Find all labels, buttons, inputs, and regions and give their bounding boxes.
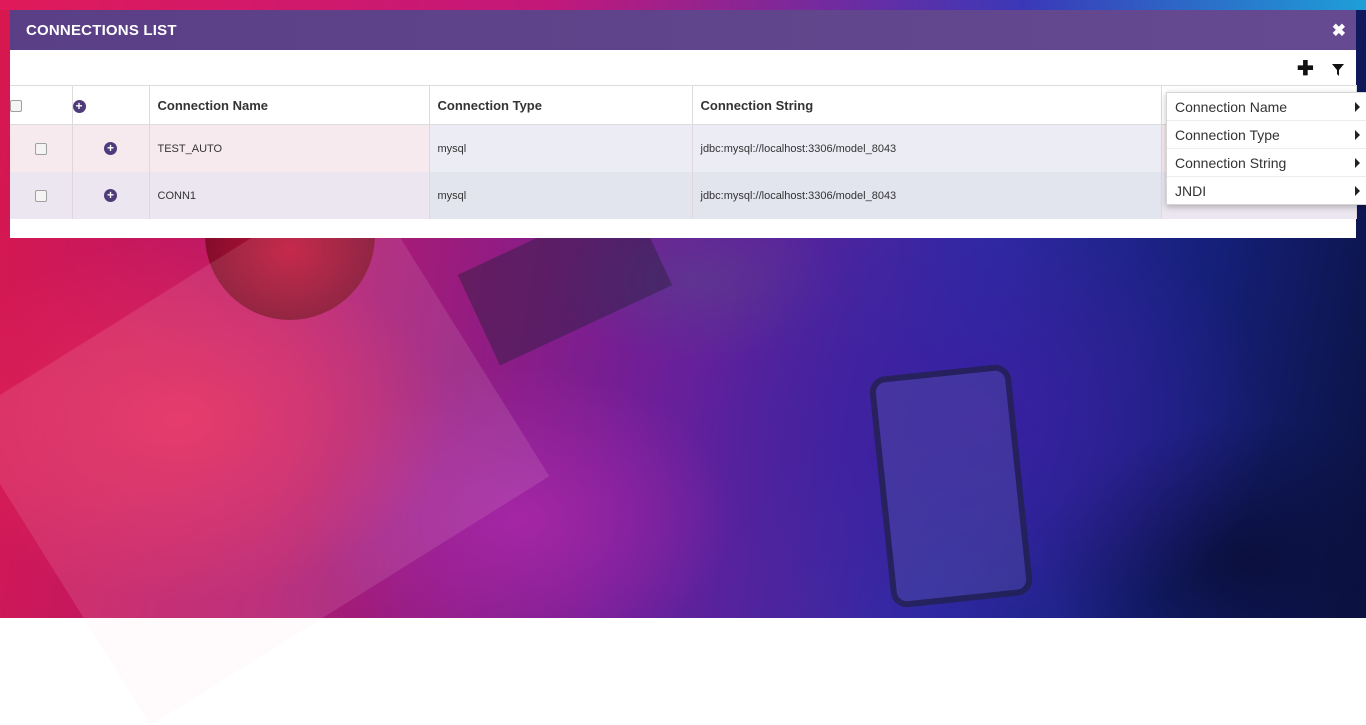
newspaper-image bbox=[0, 170, 550, 725]
top-gradient-strip bbox=[0, 0, 1366, 10]
row-expand-cell: + bbox=[72, 172, 150, 219]
plus-icon[interactable]: ✚ bbox=[1297, 59, 1314, 79]
menu-item-label: Connection String bbox=[1175, 154, 1287, 171]
menu-item-label: Connection Type bbox=[1175, 126, 1280, 143]
connection-string-cell: jdbc:mysql://localhost:3306/model_8043 bbox=[692, 172, 1162, 219]
connection-string-cell: jdbc:mysql://localhost:3306/model_8043 bbox=[692, 124, 1162, 172]
connection-name-cell: TEST_AUTO bbox=[149, 124, 430, 172]
connections-list-dialog: CONNECTIONS LIST ✖ ✚ + Connection Name C… bbox=[10, 10, 1366, 238]
row-checkbox[interactable] bbox=[34, 142, 47, 155]
expand-all-header: + bbox=[72, 85, 150, 125]
column-header-connection-string[interactable]: Connection String bbox=[692, 85, 1162, 125]
column-header-connection-type[interactable]: Connection Type bbox=[429, 85, 693, 125]
menu-item-connection-name[interactable]: Connection Name bbox=[1167, 93, 1366, 121]
connection-name-cell: CONN1 bbox=[149, 172, 430, 219]
grid-toolbar: ✚ bbox=[10, 50, 1356, 85]
row-expand-icon[interactable]: + bbox=[104, 189, 117, 202]
caret-right-icon bbox=[1355, 185, 1360, 196]
connection-type-cell: mysql bbox=[429, 124, 693, 172]
table-row[interactable]: + TEST_AUTO mysql jdbc:mysql://localhost… bbox=[10, 124, 1357, 172]
caret-right-icon bbox=[1355, 101, 1360, 112]
row-expand-icon[interactable]: + bbox=[104, 142, 117, 155]
menu-item-label: Connection Name bbox=[1175, 98, 1288, 115]
row-expand-cell: + bbox=[72, 124, 150, 172]
connection-type-cell: mysql bbox=[429, 172, 693, 219]
caret-right-icon bbox=[1355, 157, 1360, 168]
menu-item-jndi[interactable]: JNDI bbox=[1167, 177, 1366, 204]
phone-image bbox=[868, 363, 1034, 609]
dialog-title: CONNECTIONS LIST bbox=[26, 21, 177, 39]
row-select-cell bbox=[10, 124, 73, 172]
menu-item-connection-type[interactable]: Connection Type bbox=[1167, 121, 1366, 149]
table-row[interactable]: + CONN1 mysql jdbc:mysql://localhost:330… bbox=[10, 172, 1357, 219]
menu-item-connection-string[interactable]: Connection String bbox=[1167, 149, 1366, 177]
dialog-header: CONNECTIONS LIST ✖ bbox=[10, 10, 1356, 50]
column-header-connection-name[interactable]: Connection Name bbox=[149, 85, 430, 125]
expand-all-icon[interactable]: + bbox=[72, 99, 86, 113]
row-checkbox[interactable] bbox=[34, 189, 47, 202]
filter-icon[interactable] bbox=[1332, 63, 1344, 81]
row-select-cell bbox=[10, 172, 73, 219]
close-icon[interactable]: ✖ bbox=[1332, 22, 1346, 39]
caret-right-icon bbox=[1355, 129, 1360, 140]
connections-table: + Connection Name Connection Type Connec… bbox=[10, 85, 1357, 219]
select-all-header bbox=[10, 85, 73, 125]
menu-item-label: JNDI bbox=[1175, 182, 1207, 199]
select-all-checkbox[interactable] bbox=[10, 100, 22, 113]
table-header-row: + Connection Name Connection Type Connec… bbox=[10, 85, 1357, 125]
column-filter-menu: Connection Name Connection Type Connecti… bbox=[1166, 92, 1366, 205]
